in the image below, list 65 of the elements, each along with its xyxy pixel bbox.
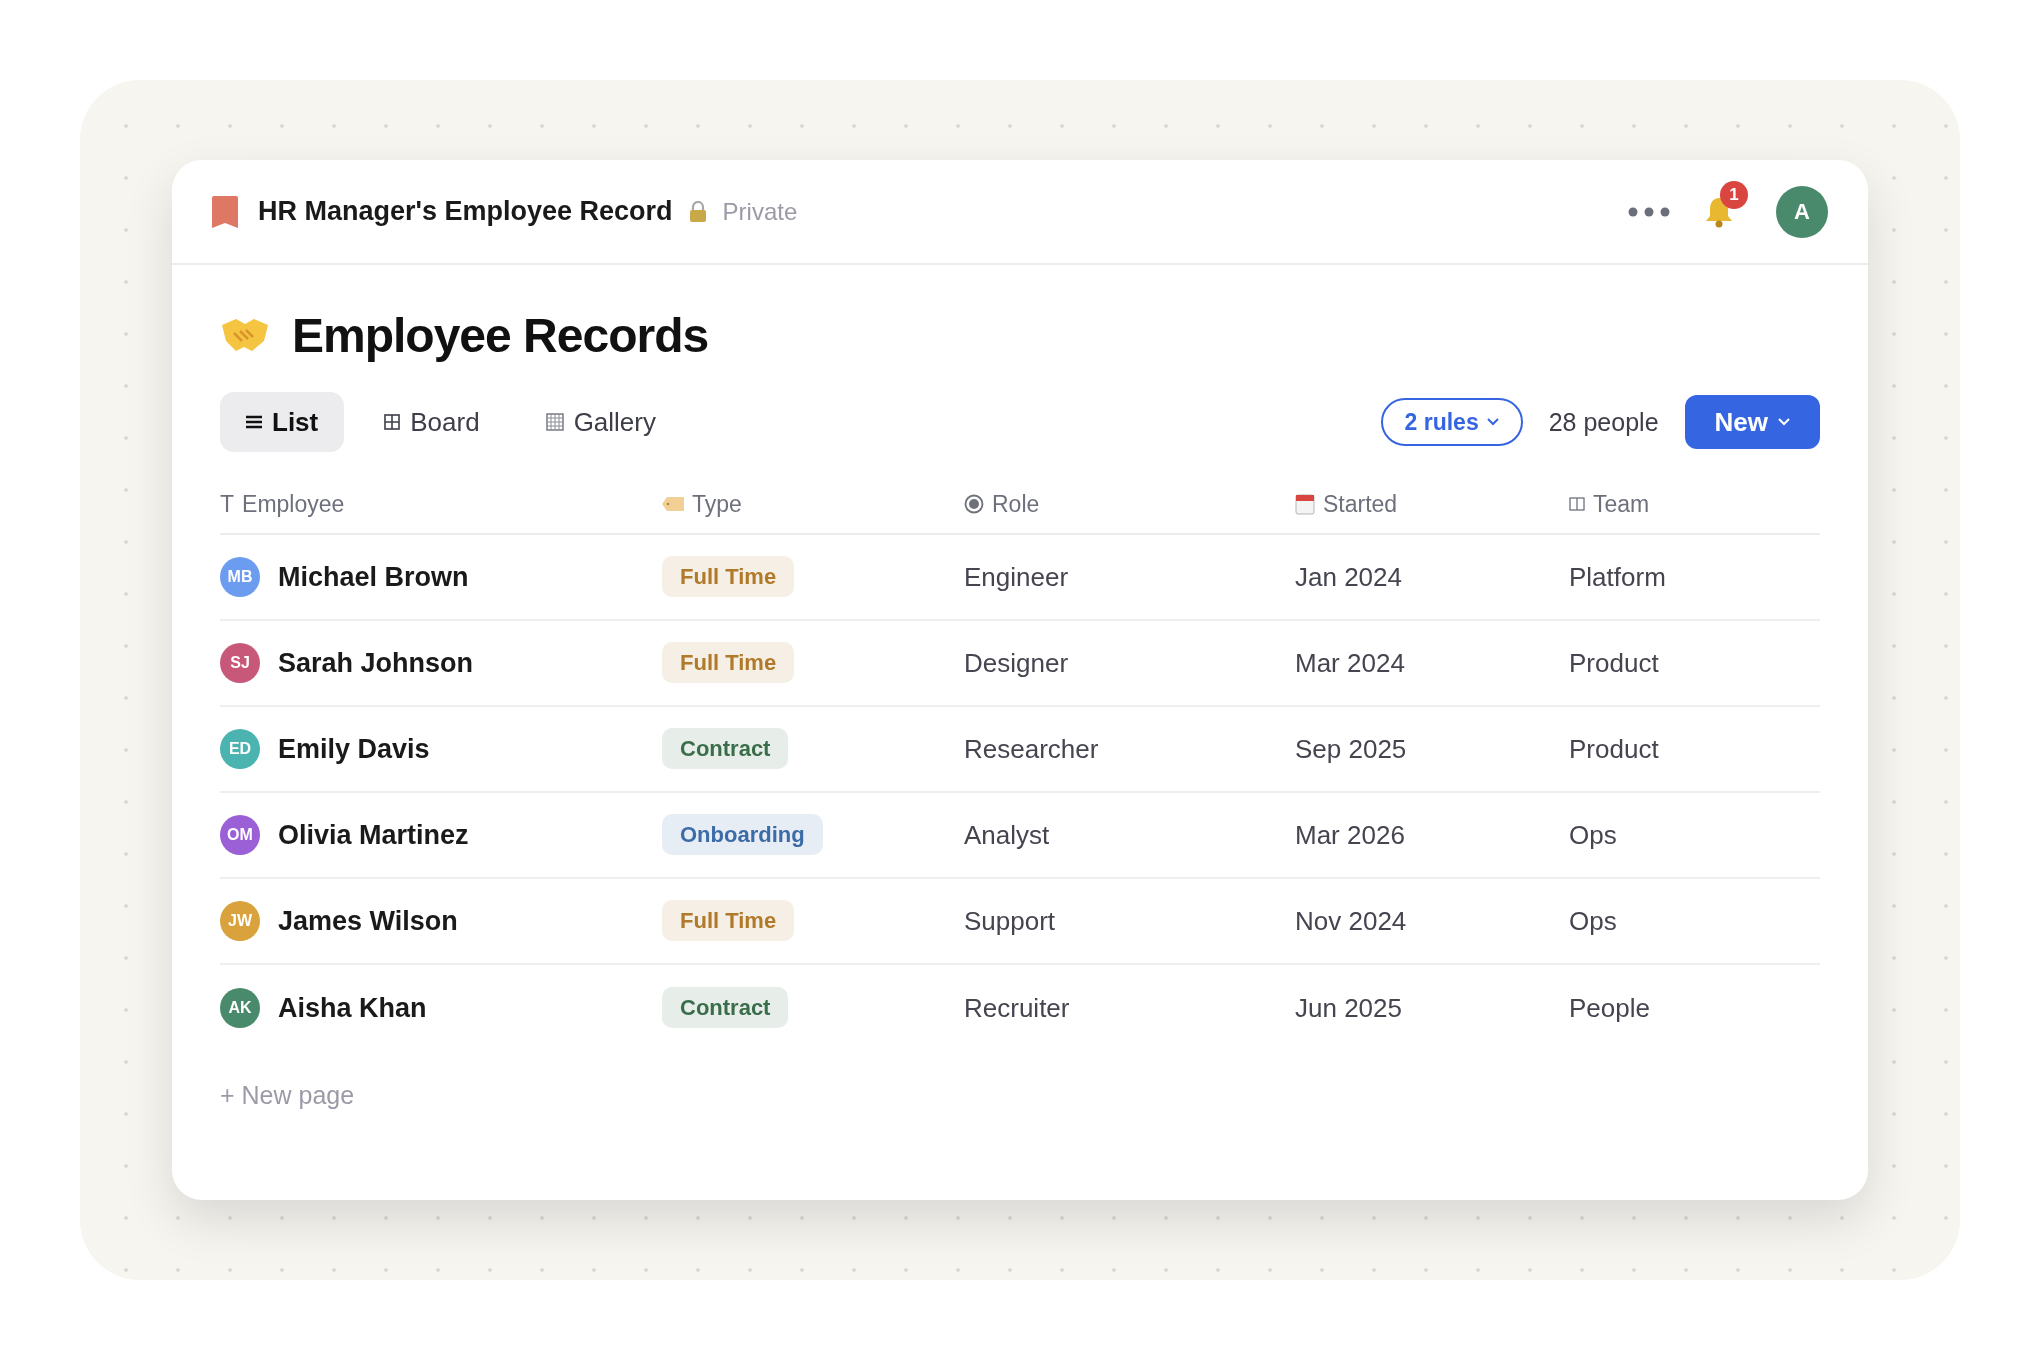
record-count: 28 people (1548, 407, 1659, 437)
text-type-icon: T (220, 490, 235, 518)
role-cell-text: Designer (964, 647, 1070, 679)
columns-icon (1569, 496, 1585, 512)
view-tab[interactable]: Gallery (519, 392, 682, 452)
start-date-cell-text: Jan 2024 (1295, 561, 1403, 593)
calendar-icon (1295, 493, 1315, 515)
employee-name[interactable]: Olivia Martinez (278, 819, 469, 851)
start-date-cell-text: Nov 2024 (1295, 905, 1408, 937)
privacy-label: Private (722, 197, 798, 226)
radio-icon (964, 494, 984, 514)
list-icon (246, 415, 262, 429)
type-tag: Full Time (662, 900, 795, 941)
role-cell-text: Engineer (964, 561, 1070, 593)
bookmark-icon (212, 195, 238, 228)
type-tag: Contract (662, 728, 789, 769)
employee-name[interactable]: Aisha Khan (278, 992, 427, 1024)
column-header: Employee (242, 490, 345, 518)
tag-icon (662, 497, 684, 511)
user-avatar[interactable]: A (1776, 185, 1828, 238)
start-date-cell-text: Sep 2025 (1295, 733, 1408, 765)
team-cell-text: Ops (1569, 819, 1618, 851)
team-cell-text: People (1569, 992, 1651, 1024)
team-cell-text: Ops (1569, 905, 1618, 937)
role-cell-text: Recruiter (964, 992, 1071, 1024)
chevron-icon (1778, 418, 1790, 426)
employee-avatar: AK (220, 988, 260, 1028)
lock-icon (688, 200, 707, 223)
chevron-icon (1486, 418, 1499, 426)
column-header: Role (992, 490, 1040, 518)
type-tag: Onboarding (662, 814, 823, 855)
employee-name[interactable]: James Wilson (278, 905, 458, 937)
employee-name[interactable]: Michael Brown (278, 561, 469, 593)
type-tag: Full Time (662, 556, 795, 597)
column-header: Team (1593, 490, 1650, 518)
team-cell-text: Product (1569, 647, 1660, 679)
filter-button[interactable]: 2 rules (1380, 398, 1523, 446)
employee-avatar: MB (220, 557, 260, 597)
team-cell-text: Product (1569, 733, 1660, 765)
grid-icon (384, 414, 401, 430)
more-icon[interactable] (1628, 206, 1670, 217)
employee-avatar: ED (220, 729, 260, 769)
employee-name[interactable]: Emily Davis (278, 733, 430, 765)
start-date-cell-text: Mar 2024 (1295, 647, 1406, 679)
column-header: Type (692, 490, 742, 518)
page-title: Employee Records (292, 307, 709, 363)
employee-avatar: OM (220, 815, 260, 855)
document-title: HR Manager's Employee Record (258, 196, 673, 227)
start-date-cell-text: Jun 2025 (1295, 992, 1403, 1024)
column-header: Started (1323, 490, 1398, 518)
type-tag: Full Time (662, 642, 795, 683)
employee-avatar: JW (220, 901, 260, 941)
new-button[interactable]: New (1684, 395, 1820, 449)
notification-badge: 1 (1720, 180, 1748, 209)
start-date-cell-text: Mar 2026 (1295, 819, 1406, 851)
employee-avatar: SJ (220, 643, 260, 683)
role-cell-text: Support (964, 905, 1057, 937)
role-cell-text: Researcher (964, 733, 1100, 765)
employee-name[interactable]: Sarah Johnson (278, 647, 474, 679)
role-cell-text: Analyst (964, 819, 1051, 851)
team-cell-text: Platform (1569, 561, 1667, 593)
gallery-icon (545, 413, 564, 431)
type-tag: Contract (662, 987, 789, 1028)
view-tab[interactable]: List (220, 392, 345, 452)
view-tab[interactable]: Board (358, 392, 506, 452)
